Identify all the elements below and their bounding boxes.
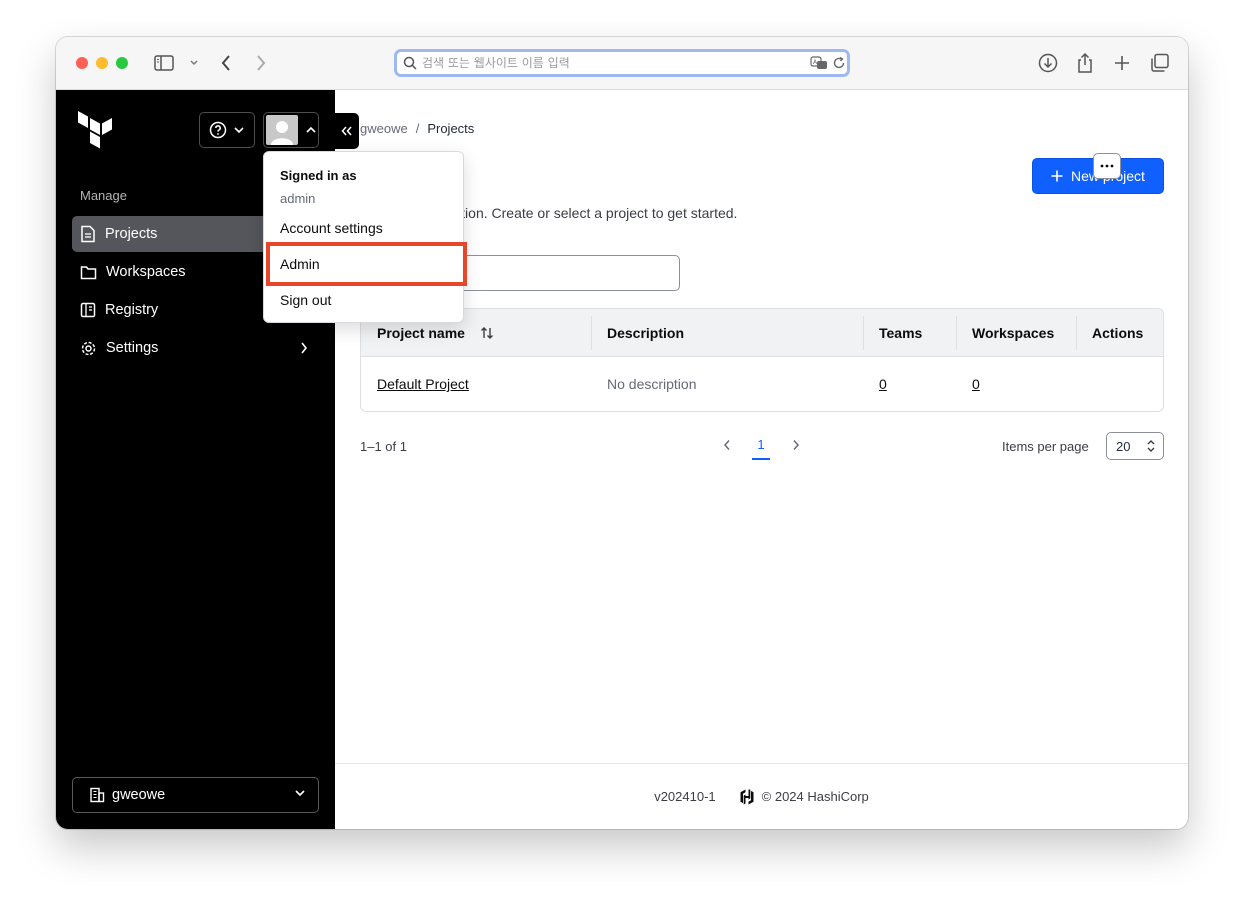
footer-brand: © 2024 HashiCorp <box>740 789 869 805</box>
items-per-page-select[interactable]: 20 <box>1106 432 1164 460</box>
items-per-page-value: 20 <box>1116 438 1131 454</box>
column-header-teams: Teams <box>879 325 923 341</box>
column-header-actions: Actions <box>1092 325 1144 341</box>
chevron-right-icon <box>793 440 800 450</box>
collapse-sidebar-button[interactable] <box>335 113 359 149</box>
chevron-down-icon <box>234 127 244 134</box>
column-header-description: Description <box>607 325 685 341</box>
sort-icon[interactable] <box>479 325 495 341</box>
avatar <box>266 115 298 145</box>
sidebar-toggle-icon[interactable] <box>152 51 176 75</box>
items-per-page-label: Items per page <box>1002 439 1089 454</box>
gear-icon <box>81 341 96 355</box>
menu-item-account-settings[interactable]: Account settings <box>264 211 463 245</box>
menu-item-admin[interactable]: Admin <box>266 242 467 286</box>
minimize-window-button[interactable] <box>96 57 108 69</box>
menu-item-sign-out[interactable]: Sign out <box>264 283 463 317</box>
teams-count-link[interactable]: 0 <box>879 376 887 392</box>
pagination-range: 1–1 of 1 <box>360 439 407 454</box>
version-label: v202410-1 <box>654 789 716 804</box>
select-arrows-icon <box>1147 440 1155 452</box>
chevron-down-icon <box>295 790 305 797</box>
chevron-left-icon <box>723 440 730 450</box>
back-icon[interactable] <box>214 51 238 75</box>
plus-icon <box>1051 170 1063 182</box>
chevron-up-icon <box>306 126 316 133</box>
sidebar-item-label: Settings <box>106 340 159 356</box>
terraform-logo[interactable] <box>78 111 114 154</box>
double-chevron-left-icon <box>341 126 352 136</box>
zoom-window-button[interactable] <box>116 57 128 69</box>
browser-window: A <box>56 37 1188 829</box>
search-icon <box>403 56 417 70</box>
chevron-down-icon[interactable] <box>182 51 206 75</box>
project-description: No description <box>607 376 697 392</box>
document-icon <box>81 225 95 243</box>
project-name-link[interactable]: Default Project <box>377 376 469 392</box>
user-dropdown-menu: Signed in as admin Account settings Admi… <box>263 151 467 323</box>
footer: v202410-1 © 2024 HashiCorp <box>335 763 1188 829</box>
row-actions-button[interactable] <box>1093 153 1121 179</box>
sidebar-item-label: Workspaces <box>106 264 186 280</box>
breadcrumb: gweowe / Projects <box>360 121 474 136</box>
browser-toolbar: A <box>56 37 1188 90</box>
download-icon[interactable] <box>1036 51 1060 75</box>
column-header-label: Project name <box>377 325 465 341</box>
folder-icon <box>80 265 97 279</box>
previous-page-button[interactable] <box>719 435 735 455</box>
breadcrumb-org-link[interactable]: gweowe <box>360 121 408 136</box>
translate-icon[interactable]: A <box>810 56 828 70</box>
close-window-button[interactable] <box>76 57 88 69</box>
user-menu-button[interactable] <box>263 112 319 148</box>
address-bar[interactable]: A <box>394 49 850 77</box>
address-input[interactable] <box>422 56 802 70</box>
hashicorp-logo-icon <box>740 789 754 804</box>
help-icon <box>209 121 227 139</box>
sidebar-item-label: Projects <box>105 226 158 242</box>
building-icon <box>90 787 105 803</box>
table-header: Project name Description Teams Workspace… <box>361 309 1163 357</box>
sidebar-item-settings[interactable]: Settings <box>72 330 320 366</box>
reload-icon[interactable] <box>832 56 846 70</box>
share-icon[interactable] <box>1073 51 1097 75</box>
breadcrumb-current: Projects <box>427 121 475 136</box>
nav-section-heading: Manage <box>80 188 127 203</box>
organization-name: gweowe <box>112 787 166 803</box>
column-header-workspaces: Workspaces <box>972 325 1055 341</box>
page-number-current[interactable]: 1 <box>752 432 770 460</box>
sidebar-item-label: Registry <box>105 302 159 318</box>
organization-switcher[interactable]: gweowe <box>72 777 319 813</box>
more-horizontal-icon <box>1100 164 1114 168</box>
signed-in-label: Signed in as <box>280 168 357 183</box>
signed-in-username: admin <box>280 191 316 206</box>
forward-icon[interactable] <box>249 51 273 75</box>
chevron-right-icon <box>301 342 308 354</box>
help-menu-button[interactable] <box>199 112 255 148</box>
breadcrumb-separator: / <box>415 121 420 136</box>
copyright-text: © 2024 HashiCorp <box>761 789 869 804</box>
workspaces-count-link[interactable]: 0 <box>972 376 980 392</box>
registry-icon <box>80 302 96 318</box>
projects-table: Project name Description Teams Workspace… <box>360 308 1164 412</box>
next-page-button[interactable] <box>788 435 804 455</box>
new-tab-icon[interactable] <box>1110 51 1134 75</box>
tab-overview-icon[interactable] <box>1148 51 1172 75</box>
